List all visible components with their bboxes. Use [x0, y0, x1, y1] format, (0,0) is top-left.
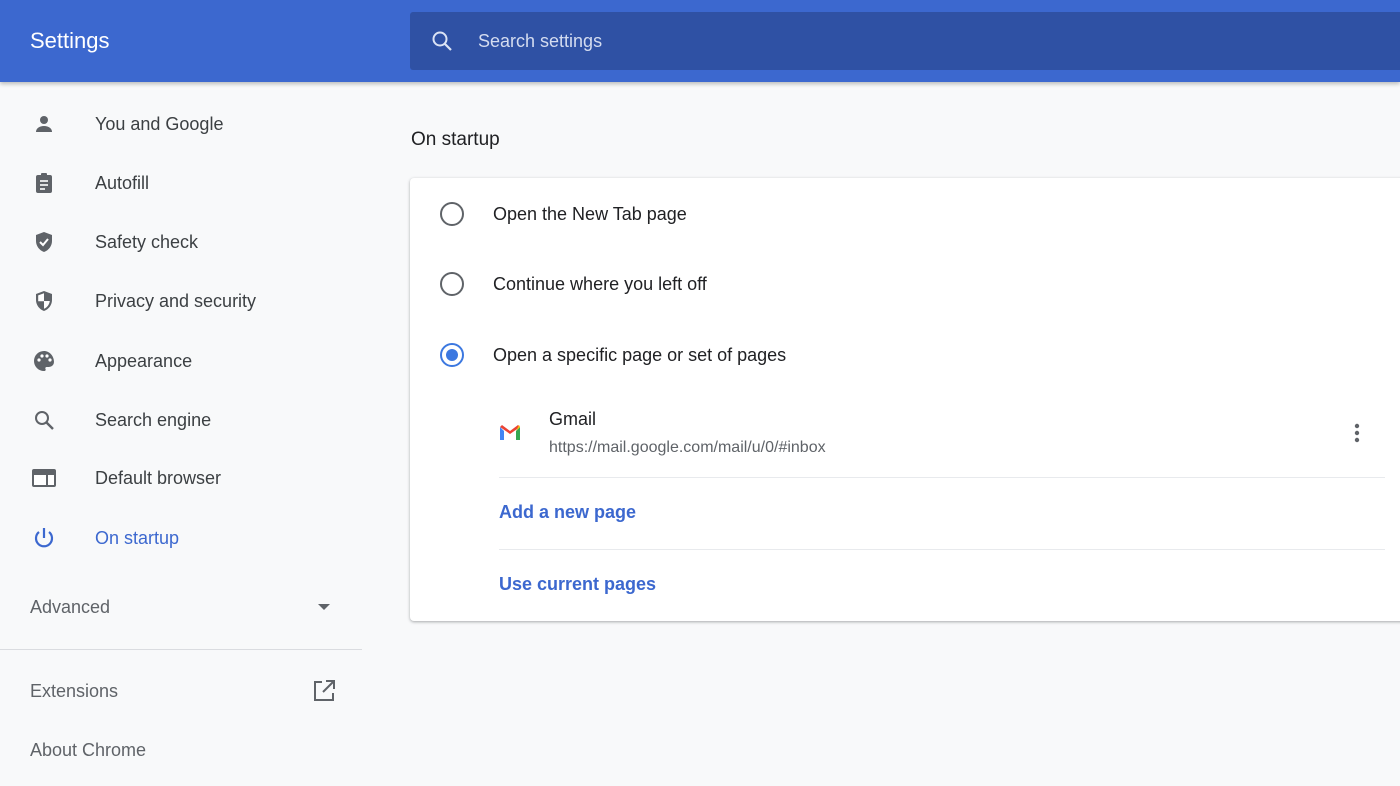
option-label: Continue where you left off [493, 273, 707, 294]
search-icon [432, 31, 452, 51]
app-title: Settings [30, 28, 110, 53]
sidebar-item-you-and-google[interactable]: You and Google [0, 99, 362, 149]
sidebar-item-privacy-and-security[interactable]: Privacy and security [0, 276, 362, 326]
sidebar-item-safety-check[interactable]: Safety check [0, 217, 362, 267]
option-continue[interactable]: Continue where you left off [410, 254, 1400, 314]
search-icon [31, 407, 57, 433]
shield-check-icon [31, 229, 57, 255]
clipboard-icon [31, 170, 57, 196]
search-bar[interactable] [410, 12, 1400, 70]
radio-button[interactable] [440, 202, 464, 226]
divider [499, 477, 1385, 478]
palette-icon [31, 348, 57, 374]
option-new-tab[interactable]: Open the New Tab page [410, 184, 1400, 244]
sidebar-extensions[interactable]: Extensions [0, 666, 362, 716]
external-link-icon [314, 680, 335, 701]
extensions-label: Extensions [30, 680, 119, 701]
option-label: Open a specific page or set of pages [493, 344, 787, 365]
sidebar-item-label: Safety check [95, 231, 199, 252]
sidebar-item-label: You and Google [95, 113, 224, 134]
sidebar-item-label: Appearance [95, 350, 193, 371]
radio-button[interactable] [440, 272, 464, 296]
sidebar-item-autofill[interactable]: Autofill [0, 158, 362, 208]
divider [499, 549, 1385, 550]
advanced-label: Advanced [30, 596, 111, 617]
sidebar-item-default-browser[interactable]: Default browser [0, 453, 362, 503]
option-label: Open the New Tab page [493, 203, 687, 224]
sidebar-item-label: Search engine [95, 409, 212, 430]
header: Settings [0, 0, 1400, 82]
person-icon [31, 111, 57, 137]
sidebar-item-label: On startup [95, 527, 180, 548]
radio-button-selected[interactable] [440, 343, 464, 367]
sidebar-about-chrome[interactable]: About Chrome [0, 725, 362, 775]
use-current-pages-link[interactable]: Use current pages [499, 574, 656, 595]
gmail-favicon [500, 425, 520, 440]
chevron-down-icon [318, 604, 330, 610]
about-label: About Chrome [30, 739, 147, 760]
page-name: Gmail [549, 409, 597, 429]
page-url: https://mail.google.com/mail/u/0/#inbox [549, 439, 826, 456]
sidebar-item-on-startup[interactable]: On startup [0, 513, 362, 563]
sidebar-item-appearance[interactable]: Appearance [0, 336, 362, 386]
more-vert-icon[interactable] [1346, 421, 1368, 445]
power-icon [31, 525, 57, 551]
sidebar-divider [0, 649, 362, 650]
sidebar-item-label: Autofill [95, 172, 150, 193]
startup-card: Open the New Tab page Continue where you… [410, 178, 1400, 621]
page-title: On startup [411, 129, 500, 150]
sidebar-item-label: Default browser [95, 467, 222, 488]
sidebar-advanced[interactable]: Advanced [0, 582, 362, 632]
sidebar-item-label: Privacy and security [95, 290, 257, 311]
browser-icon [31, 465, 57, 491]
sidebar-item-search-engine[interactable]: Search engine [0, 395, 362, 445]
add-new-page-link[interactable]: Add a new page [499, 502, 636, 523]
option-specific-pages[interactable]: Open a specific page or set of pages [410, 325, 1400, 385]
shield-icon [31, 288, 57, 314]
search-input[interactable] [478, 12, 1278, 70]
